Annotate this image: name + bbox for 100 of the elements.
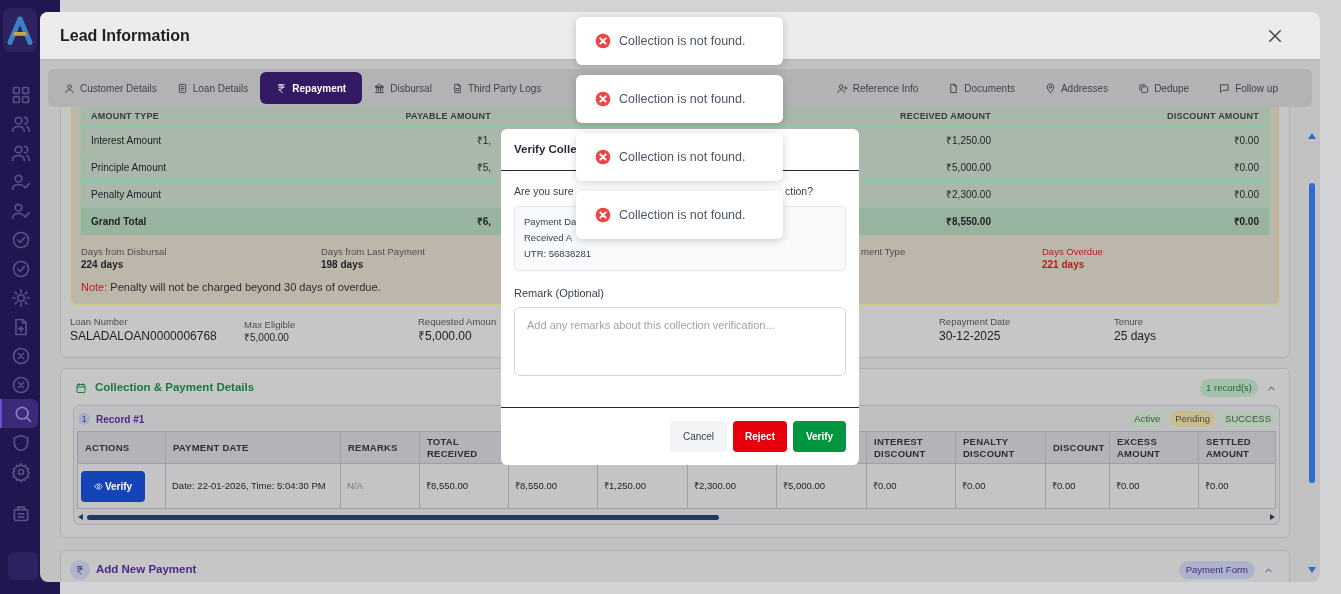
column-header: AMOUNT TYPE bbox=[91, 109, 159, 123]
logo-icon bbox=[5, 15, 35, 45]
record-number: 1 bbox=[78, 413, 90, 425]
column-header: DISCOUNT bbox=[1046, 432, 1110, 463]
sun-icon bbox=[11, 287, 31, 308]
verify-button[interactable]: Verify bbox=[81, 470, 145, 502]
table-cell-text: Penalty Amount bbox=[91, 187, 162, 202]
table-cell: ₹0.00 bbox=[1110, 464, 1199, 508]
settings-icon bbox=[11, 461, 31, 482]
rupee-icon bbox=[276, 82, 288, 94]
stat-label: ment Type bbox=[861, 245, 906, 257]
table-cell-text: Principle Amount bbox=[91, 160, 167, 175]
table-cell-text: ₹5,000.00 bbox=[946, 160, 991, 175]
field-label: Loan Number bbox=[70, 315, 128, 327]
detail-text: Received A bbox=[524, 231, 574, 245]
verify-button[interactable]: Verify bbox=[793, 421, 846, 452]
tab[interactable]: Loan Details bbox=[168, 72, 257, 104]
field-value: 30-12-2025 bbox=[939, 328, 1001, 345]
column-header: RECEIVED AMOUNT bbox=[899, 109, 991, 123]
error-icon bbox=[595, 33, 611, 49]
table-cell-text: ₹0.00 bbox=[1233, 215, 1259, 229]
table-cell-text: ₹8,550.00 bbox=[946, 215, 991, 229]
tab[interactable]: Customer Details bbox=[56, 72, 165, 104]
error-icon bbox=[595, 149, 611, 165]
column-header: DISCOUNT AMOUNT bbox=[1166, 109, 1259, 123]
column-header: ACTIONS bbox=[78, 432, 166, 463]
stat-label: Days from Last Payment bbox=[321, 245, 425, 257]
check-circle-icon bbox=[11, 229, 31, 250]
scrollbar[interactable] bbox=[1308, 133, 1316, 573]
table-cell-text: ₹1, bbox=[476, 133, 491, 148]
reject-button[interactable]: Reject bbox=[733, 421, 787, 452]
detail-text: UTR: 56838281 bbox=[524, 247, 593, 261]
table-cell-text: ₹0.00 bbox=[1204, 478, 1230, 493]
tab[interactable]: Documents bbox=[940, 72, 1023, 104]
check-circle-icon bbox=[11, 258, 31, 279]
tab[interactable]: Reference Info bbox=[828, 72, 927, 104]
table-cell: Date: 22-01-2026, Time: 5:04:30 PM bbox=[166, 464, 341, 508]
status-badge: Active bbox=[1129, 410, 1166, 428]
table-cell: N/A bbox=[341, 464, 420, 508]
form-badge: Payment Form bbox=[1178, 560, 1255, 580]
field-label: Max Eligible bbox=[244, 318, 296, 330]
table-cell-text: ₹0.00 bbox=[1233, 133, 1259, 148]
stat-value: 198 days bbox=[321, 258, 364, 271]
question-text: ction? bbox=[784, 184, 813, 199]
stat-value: 224 days bbox=[81, 258, 124, 271]
detail-text: Payment Da bbox=[524, 215, 578, 229]
toast-message: Collection is not found. bbox=[619, 90, 746, 108]
section-title: Add New Payment bbox=[96, 562, 197, 578]
error-icon bbox=[595, 91, 611, 107]
table-cell: ₹0.00 bbox=[867, 464, 956, 508]
location-pin-icon bbox=[1044, 82, 1056, 94]
file-icon bbox=[451, 82, 463, 94]
copy-icon bbox=[1138, 82, 1150, 94]
user-plus-icon bbox=[836, 82, 848, 94]
column-header: EXCESS AMOUNT bbox=[1110, 432, 1199, 463]
field-label: Remark (Optional) bbox=[514, 286, 605, 301]
document-icon bbox=[948, 82, 960, 94]
tab[interactable]: Disbursal bbox=[366, 72, 440, 104]
field-label: Repayment Date bbox=[939, 315, 1011, 327]
toast-message: Collection is not found. bbox=[619, 206, 746, 224]
tab[interactable]: Addresses bbox=[1036, 72, 1117, 104]
question-text: Are you sure bbox=[514, 184, 574, 199]
field-value: SALADALOAN0000006768 bbox=[70, 328, 217, 345]
count-badge: 1 record(s) bbox=[1200, 378, 1258, 398]
column-header: PENALTY DISCOUNT bbox=[956, 432, 1046, 463]
dialog-title: Lead Information bbox=[60, 25, 190, 46]
x-circle-icon bbox=[11, 345, 31, 366]
remark-field[interactable]: Add any remarks about this collection verification... bbox=[514, 307, 846, 376]
table-cell: ₹0.00 bbox=[956, 464, 1046, 508]
column-header: PAYMENT DATE bbox=[166, 432, 341, 463]
table-cell-text: ₹5, bbox=[476, 160, 491, 175]
tab[interactable]: Repayment bbox=[260, 72, 363, 104]
stat-label: Days Overdue bbox=[1042, 245, 1103, 257]
field-label: Tenure bbox=[1114, 315, 1144, 327]
cancel-button[interactable]: Cancel bbox=[670, 421, 727, 452]
table-cell-text: ₹0.00 bbox=[1233, 187, 1259, 202]
chat-icon bbox=[1219, 82, 1231, 94]
error-icon bbox=[595, 207, 611, 223]
section-title: Collection & Payment Details bbox=[95, 380, 255, 396]
rupee-icon bbox=[75, 565, 85, 575]
table-cell-text: Grand Total bbox=[91, 215, 147, 229]
table-cell-text: ₹0.00 bbox=[1233, 160, 1259, 175]
tab[interactable]: Dedupe bbox=[1130, 72, 1198, 104]
x-circle-icon bbox=[11, 374, 31, 395]
table-cell-text: Interest Amount bbox=[91, 133, 162, 148]
tab[interactable]: Follow up bbox=[1211, 72, 1286, 104]
status-badge: SUCCESS bbox=[1220, 410, 1276, 428]
sidebar-item[interactable] bbox=[0, 399, 38, 428]
receipt-icon bbox=[176, 82, 188, 94]
column-header: PAYABLE AMOUNT bbox=[405, 109, 491, 123]
table-cell-text: ₹2,300.00 bbox=[946, 187, 991, 202]
record-title: Record #1 bbox=[96, 412, 145, 427]
stat-label: Days from Disbursal bbox=[81, 245, 167, 257]
calendar-icon bbox=[75, 382, 87, 394]
table-cell-text: ₹1,250.00 bbox=[946, 133, 991, 148]
scrollbar[interactable] bbox=[77, 513, 1276, 521]
tab[interactable]: Third Party Logs bbox=[443, 72, 550, 104]
field-value: ₹5,000.00 bbox=[244, 331, 289, 344]
field-value: 25 days bbox=[1114, 328, 1157, 345]
bank-icon bbox=[374, 82, 386, 94]
